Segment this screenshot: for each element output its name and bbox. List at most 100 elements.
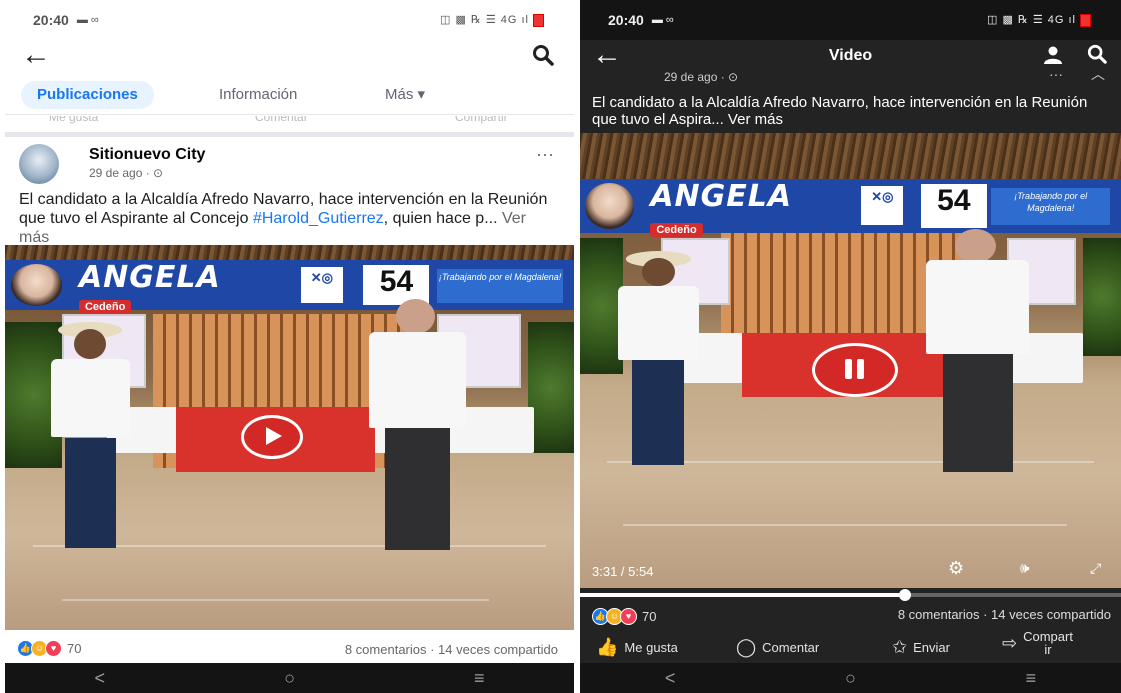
post-text: El candidato a la Alcaldía Afredo Navarr…	[592, 94, 1109, 128]
comment-bubble-icon: ◯	[736, 637, 757, 657]
status-time: 20:40	[33, 12, 69, 28]
system-icons: ◫ ▩ ℞ ☰ 4G ıl	[987, 13, 1091, 27]
love-reaction-icon: ♥	[45, 640, 62, 657]
more-options-icon[interactable]: ···	[1049, 66, 1063, 82]
volume-icon[interactable]: 🕪	[1020, 560, 1029, 577]
pause-icon-bar	[845, 359, 852, 379]
head	[955, 228, 997, 263]
banner-name: ANGELA	[78, 260, 221, 296]
more-options-icon[interactable]: ···	[536, 144, 554, 165]
banner-number: 54	[920, 183, 987, 228]
battery-icon	[533, 13, 544, 27]
system-icons: ◫ ▩ ℞ ☰ 4G ıl	[440, 13, 544, 27]
banner-logo: ✕◎	[300, 267, 343, 304]
comments-shares-count[interactable]: 8 comentarios · 14 veces compartido	[345, 642, 558, 657]
comments-shares-count[interactable]: 8 comentarios · 14 veces compartido	[898, 607, 1111, 622]
reaction-bar: 👍 ☺ ♥ 70 8 comentarios · 14 veces compar…	[5, 636, 574, 662]
like-button[interactable]: 👍 Me gusta	[596, 637, 678, 658]
person-right	[926, 228, 1030, 475]
post-text-body: El candidato a la Alcaldía Afredo Navarr…	[592, 94, 1088, 128]
send-label: Enviar	[913, 640, 950, 655]
reaction-count: 70	[642, 609, 657, 624]
status-bar: 20:40 ▬ ∞ ◫ ▩ ℞ ☰ 4G ıl	[5, 0, 574, 40]
nav-recents-icon[interactable]: ≡	[474, 668, 485, 689]
post-text-tail: , quien hace p...	[383, 210, 498, 227]
post-header: Sitionuevo City 29 de ago · ⊙ ···	[5, 140, 574, 186]
pants	[384, 428, 451, 551]
head	[396, 298, 435, 335]
page-name[interactable]: Sitionuevo City	[89, 146, 205, 164]
video-header: ← Video	[580, 38, 1121, 72]
banner-logo: ✕◎	[861, 186, 904, 226]
reaction-count: 70	[67, 641, 82, 656]
progress-fill	[580, 593, 905, 597]
nav-back-icon[interactable]: <	[665, 668, 676, 689]
pants	[64, 437, 116, 549]
share-arrow-icon: ⇨	[1002, 632, 1018, 653]
settings-gear-icon[interactable]: ⚙	[948, 558, 964, 579]
banner-name: ANGELA	[650, 178, 793, 214]
video-progress-bar[interactable]	[580, 589, 1121, 601]
send-icon: ✩	[892, 637, 908, 657]
banner-portrait	[585, 182, 635, 229]
page-title: Video	[828, 47, 873, 64]
person-right	[369, 298, 466, 553]
play-icon	[266, 427, 282, 445]
pause-button[interactable]	[812, 343, 898, 397]
tab-publicaciones[interactable]: Publicaciones	[21, 81, 154, 109]
left-phone-screen: 20:40 ▬ ∞ ◫ ▩ ℞ ☰ 4G ıl ← Publicaciones …	[5, 0, 574, 693]
prev-like-label[interactable]: Me gusta	[49, 116, 98, 124]
banner-subname: Cedeño	[78, 300, 132, 315]
white-shirt	[50, 358, 131, 438]
post-text: El candidato a la Alcaldía Afredo Navarr…	[19, 190, 554, 247]
page-avatar[interactable]	[19, 144, 59, 184]
progress-knob[interactable]	[898, 589, 911, 601]
foliage	[1083, 237, 1121, 356]
nav-home-icon[interactable]: ○	[284, 668, 295, 689]
tab-mas[interactable]: Más ▾	[385, 81, 425, 109]
page-header: ←	[5, 40, 574, 74]
search-icon[interactable]	[532, 44, 554, 72]
share-label-line2: ir	[1044, 642, 1052, 657]
person-left	[50, 322, 131, 553]
white-shirt	[369, 331, 466, 429]
banner-subname: Cedeño	[650, 223, 703, 238]
back-arrow-icon[interactable]: ←	[21, 40, 51, 70]
status-time: 20:40	[608, 12, 644, 28]
see-more-link[interactable]: Ver más	[728, 111, 783, 128]
comment-button[interactable]: ◯ Comentar	[736, 637, 819, 658]
nav-home-icon[interactable]: ○	[845, 668, 856, 689]
page-tabs: Publicaciones Información Más ▾	[5, 76, 574, 115]
comment-label: Comentar	[762, 640, 820, 655]
prev-comment-label[interactable]: Comentar	[255, 116, 308, 124]
android-nav-bar: < ○ ≡	[580, 663, 1121, 693]
video-player[interactable]: ANGELA Cedeño ✕◎ 54 ¡Trabajando por el M…	[5, 245, 574, 630]
person-left	[617, 251, 699, 469]
post-date[interactable]: 29 de ago · ⊙	[664, 70, 738, 84]
send-button[interactable]: ✩ Enviar	[892, 637, 950, 658]
hashtag-link[interactable]: #Harold_Gutierrez	[253, 210, 384, 227]
share-button[interactable]: ⇨ Compart ir	[1002, 630, 1073, 656]
banner-slogan: ¡Trabajando por el Magdalena!	[991, 188, 1111, 226]
share-label: Compart ir	[1023, 630, 1073, 656]
post-date[interactable]: 29 de ago · ⊙	[89, 166, 163, 180]
playback-time: 3:31 / 5:54	[592, 564, 654, 579]
pants	[632, 360, 685, 466]
fullscreen-expand-icon[interactable]: ⤢	[1090, 560, 1101, 577]
video-player[interactable]: ANGELA Cedeño ✕◎ 54 ¡Trabajando por el M…	[580, 133, 1121, 588]
reaction-summary[interactable]: 👍 ☺ ♥ 70	[17, 640, 81, 657]
android-nav-bar: < ○ ≡	[5, 663, 574, 693]
floor-tile-line	[623, 524, 1067, 527]
floor-tile-line	[61, 599, 489, 602]
tab-informacion[interactable]: Información	[219, 81, 297, 109]
reaction-summary[interactable]: 👍 ☺ ♥ 70	[592, 608, 656, 625]
prev-share-label[interactable]: Compartir	[455, 116, 508, 124]
play-button[interactable]	[241, 415, 303, 459]
thumbs-up-icon: 👍	[596, 637, 619, 657]
white-shirt	[926, 260, 1030, 354]
nav-back-icon[interactable]: <	[95, 668, 106, 689]
head	[74, 328, 107, 359]
nav-recents-icon[interactable]: ≡	[1026, 668, 1037, 689]
chevron-up-icon[interactable]: ︿	[1091, 64, 1105, 84]
foliage	[528, 322, 574, 453]
